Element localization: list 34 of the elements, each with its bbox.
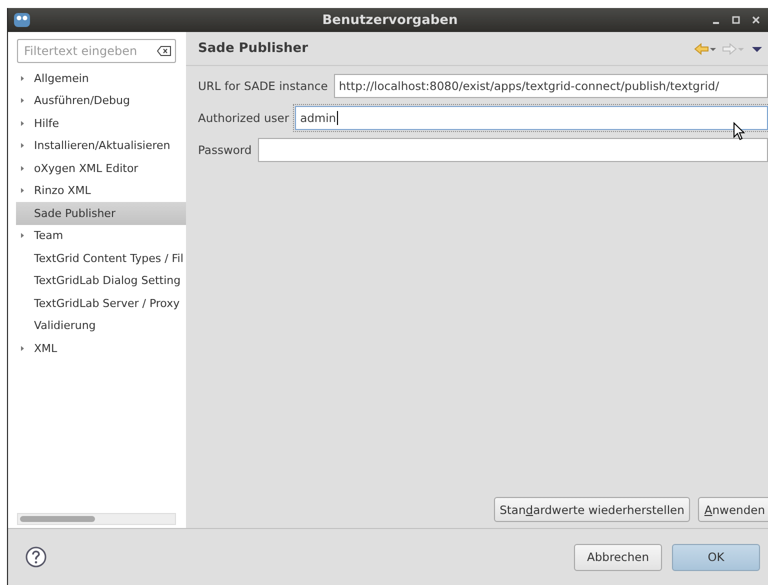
- tree-item[interactable]: Validierung: [16, 314, 186, 337]
- field-label: Password: [198, 143, 252, 157]
- page-button[interactable]: Anwenden: [698, 497, 768, 522]
- dialog-button[interactable]: Abbrechen: [574, 544, 662, 570]
- tree-item[interactable]: Allgemein: [16, 67, 186, 90]
- field-label: Authorized user: [198, 111, 290, 125]
- app-icon: [14, 13, 30, 27]
- close-icon[interactable]: [750, 14, 762, 26]
- clear-icon[interactable]: [157, 46, 171, 56]
- window-title: Benutzervorgaben: [321, 12, 459, 28]
- help-icon[interactable]: [25, 546, 47, 568]
- tree-item[interactable]: TextGrid Content Types / Fil: [16, 247, 186, 270]
- tree-item[interactable]: Sade Publisher: [16, 202, 186, 224]
- tree-item[interactable]: Rinzo XML: [16, 180, 186, 202]
- text-field[interactable]: http://localhost:8080/exist/apps/textgrid-connect/publish/textgrid/: [334, 74, 768, 98]
- tree-item[interactable]: Ausführen/Debug: [16, 90, 186, 112]
- text-field[interactable]: [258, 138, 768, 162]
- page-title: Sade Publisher: [198, 41, 310, 56]
- tree-item[interactable]: Hilfe: [16, 112, 186, 134]
- text-field[interactable]: admin: [295, 106, 768, 130]
- tree-item[interactable]: TextGridLab Dialog Setting: [16, 270, 186, 292]
- tree-item[interactable]: oXygen XML Editor: [16, 157, 186, 180]
- tree-item[interactable]: Team: [16, 224, 186, 247]
- tree-item[interactable]: Installieren/Aktualisieren: [16, 134, 186, 157]
- page-button[interactable]: Standardwerte wiederherstellen: [494, 497, 690, 522]
- dialog-button[interactable]: OK: [672, 544, 760, 570]
- tree-item[interactable]: TextGridLab Server / Proxy: [16, 292, 186, 314]
- back-arrow-icon[interactable]: [694, 42, 716, 54]
- filter-field[interactable]: Filtertext eingeben: [17, 39, 176, 63]
- field-label: URL for SADE instance: [198, 79, 328, 93]
- maximize-icon[interactable]: [730, 14, 742, 26]
- scrollbar[interactable]: [17, 513, 176, 525]
- tree-item[interactable]: XML: [16, 337, 186, 360]
- mouse-pointer-icon: [733, 122, 745, 141]
